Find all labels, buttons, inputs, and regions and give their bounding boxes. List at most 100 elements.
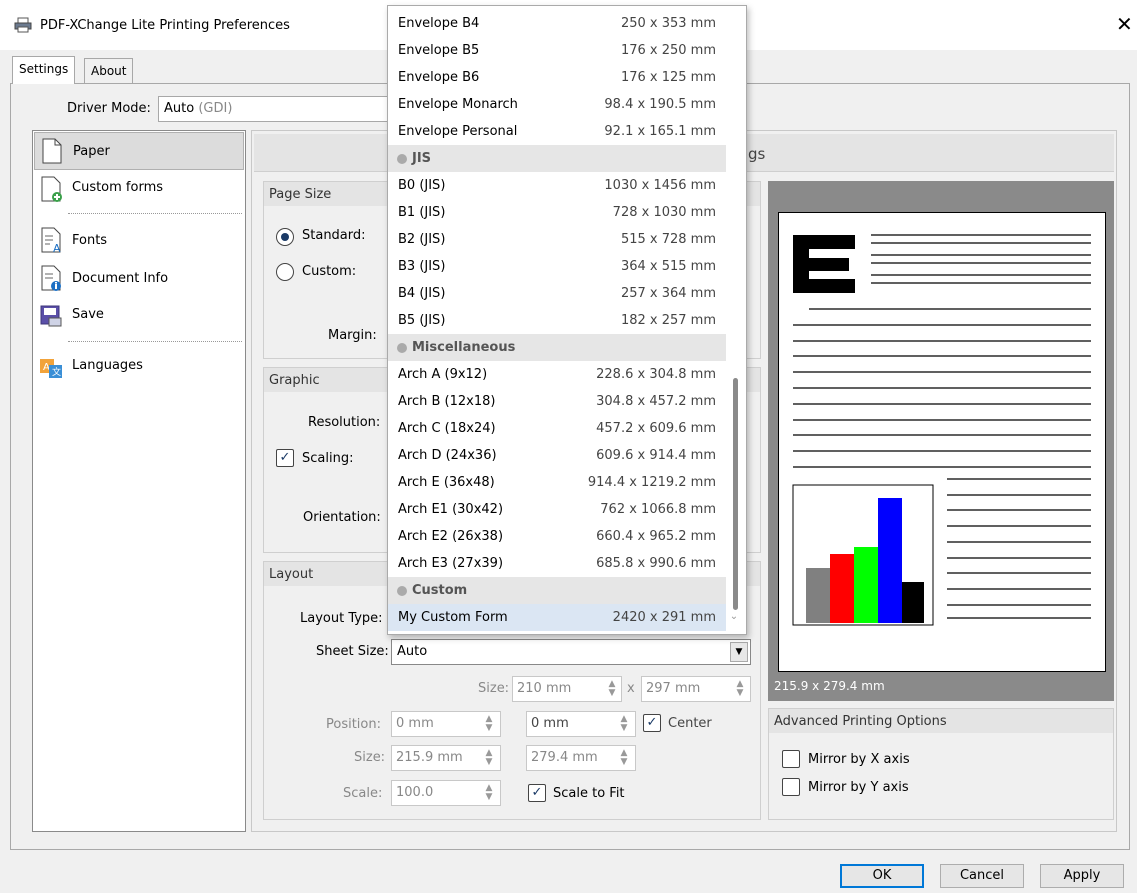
spinner-icon[interactable]: ▲ ▼ <box>484 784 494 802</box>
document-info-icon <box>41 265 61 291</box>
sidebar-item-fonts[interactable]: A Fonts <box>34 222 244 260</box>
tab-about[interactable]: About <box>84 58 134 84</box>
option-name: Arch C (18x24) <box>398 421 496 436</box>
standard-label: Standard: <box>302 228 366 243</box>
orientation-label: Orientation: <box>303 510 381 525</box>
dropdown-option[interactable]: Arch C (18x24) 457.2 x 609.6 mm <box>388 415 726 442</box>
scale-label: Scale: <box>343 786 383 801</box>
size-x-label: x <box>627 681 635 696</box>
size-width-value: 210 mm <box>517 681 572 696</box>
sidebar-item-save[interactable]: Save <box>34 298 244 336</box>
scaling-label: Scaling: <box>302 451 354 466</box>
dropdown-option[interactable]: Envelope Personal 92.1 x 165.1 mm <box>388 118 726 145</box>
option-name: Envelope B6 <box>398 70 480 85</box>
tab-settings[interactable]: Settings <box>12 56 76 84</box>
dropdown-option[interactable]: Arch B (12x18) 304.8 x 457.2 mm <box>388 388 726 415</box>
languages-icon: A文 <box>40 359 62 378</box>
size-label: Size: <box>478 681 510 696</box>
dropdown-option[interactable]: Arch A (9x12) 228.6 x 304.8 mm <box>388 361 726 388</box>
option-name: Custom <box>412 583 468 598</box>
dropdown-option[interactable]: B0 (JIS) 1030 x 1456 mm <box>388 172 726 199</box>
option-name: Arch E3 (27x39) <box>398 556 504 571</box>
dropdown-option[interactable]: Arch E (36x48) 914.4 x 1219.2 mm <box>388 469 726 496</box>
dropdown-option[interactable]: Arch E2 (26x38) 660.4 x 965.2 mm <box>388 523 726 550</box>
layout-type-label: Layout Type: <box>300 611 383 626</box>
option-name: Arch E (36x48) <box>398 475 495 490</box>
chevron-down-icon[interactable]: ⌄ <box>729 612 739 622</box>
apply-button[interactable]: Apply <box>1040 864 1124 888</box>
option-dimensions: 762 x 1066.8 mm <box>600 502 716 517</box>
group-bullet-icon <box>397 343 407 353</box>
svg-text:文: 文 <box>52 366 61 378</box>
option-name: B1 (JIS) <box>398 205 446 220</box>
close-icon[interactable]: ✕ <box>1116 12 1133 36</box>
svg-text:A: A <box>43 362 50 373</box>
spinner-icon[interactable]: ▲ ▼ <box>484 715 494 733</box>
option-dimensions: 364 x 515 mm <box>620 259 716 274</box>
spinner-icon[interactable]: ▲ ▼ <box>619 749 629 767</box>
scrollbar-thumb[interactable] <box>733 378 738 610</box>
scale-to-fit-checkbox[interactable]: ✓ <box>528 784 546 802</box>
option-dimensions: 457.2 x 609.6 mm <box>596 421 716 436</box>
chevron-down-icon[interactable]: ▼ <box>730 642 748 662</box>
dropdown-option[interactable]: Envelope Monarch 98.4 x 190.5 mm <box>388 91 726 118</box>
dropdown-option[interactable]: B4 (JIS) 257 x 364 mm <box>388 280 726 307</box>
driver-mode-sub: (GDI) <box>198 101 233 116</box>
option-name: Arch E2 (26x38) <box>398 529 504 544</box>
sidebar-item-paper[interactable]: Paper <box>34 132 244 170</box>
dropdown-option[interactable]: B3 (JIS) 364 x 515 mm <box>388 253 726 280</box>
dropdown-option[interactable]: My Custom Form 2420 x 291 mm <box>388 604 726 631</box>
sidebar-separator <box>68 341 242 342</box>
sidebar-item-custom-forms[interactable]: Custom forms <box>34 171 244 209</box>
dropdown-option[interactable]: B5 (JIS) 182 x 257 mm <box>388 307 726 334</box>
center-checkbox[interactable]: ✓ <box>643 714 661 732</box>
option-name: Envelope B5 <box>398 43 480 58</box>
sheet-size-select[interactable]: Auto ▼ <box>391 639 751 665</box>
sidebar-item-label: Fonts <box>72 233 108 248</box>
group-bullet-icon <box>397 154 407 164</box>
custom-radio[interactable] <box>276 263 294 281</box>
save-icon <box>40 305 62 327</box>
option-dimensions: 250 x 353 mm <box>620 16 716 31</box>
option-name: My Custom Form <box>398 610 508 625</box>
spinner-icon[interactable]: ▲ ▼ <box>735 680 745 698</box>
spinner-icon[interactable]: ▲ ▼ <box>484 749 494 767</box>
preview-drawing <box>792 234 1091 626</box>
dropdown-option[interactable]: Envelope B4 250 x 353 mm <box>388 10 726 37</box>
svg-text:A: A <box>53 242 61 254</box>
sidebar-item-languages[interactable]: A文 Languages <box>34 349 244 387</box>
driver-mode-select[interactable]: Auto (GDI) <box>158 96 418 122</box>
dropdown-option[interactable]: Envelope B6 176 x 125 mm <box>388 64 726 91</box>
dropdown-option[interactable]: Envelope B5 176 x 250 mm <box>388 37 726 64</box>
advanced-title: Advanced Printing Options <box>769 709 1113 733</box>
option-dimensions: 98.4 x 190.5 mm <box>604 97 716 112</box>
dropdown-option[interactable]: B1 (JIS) 728 x 1030 mm <box>388 199 726 226</box>
dropdown-option[interactable]: Arch E3 (27x39) 685.8 x 990.6 mm <box>388 550 726 577</box>
paper-size-dropdown[interactable]: Envelope B4 250 x 353 mm Envelope B5 176 x … <box>387 5 747 635</box>
preview-dimensions: 215.9 x 279.4 mm <box>774 679 885 693</box>
scaling-checkbox[interactable]: ✓ <box>276 449 294 467</box>
option-name: Envelope Monarch <box>398 97 518 112</box>
dropdown-option[interactable]: Arch D (24x36) 609.6 x 914.4 mm <box>388 442 726 469</box>
dropdown-group-header: Miscellaneous <box>388 334 726 361</box>
mirror-y-checkbox[interactable] <box>782 778 800 796</box>
dropdown-option[interactable]: Arch E1 (30x42) 762 x 1066.8 mm <box>388 496 726 523</box>
size2-width-value: 215.9 mm <box>396 750 463 765</box>
option-dimensions: 515 x 728 mm <box>620 232 716 247</box>
preview-paper <box>778 212 1106 672</box>
cancel-button[interactable]: Cancel <box>940 864 1024 888</box>
spinner-icon[interactable]: ▲ ▼ <box>619 715 629 733</box>
sidebar-separator <box>68 213 242 214</box>
sidebar-item-label: Save <box>72 307 104 322</box>
spinner-icon[interactable]: ▲ ▼ <box>607 680 617 698</box>
standard-radio[interactable] <box>276 228 294 246</box>
mirror-x-checkbox[interactable] <box>782 750 800 768</box>
custom-label: Custom: <box>302 264 357 279</box>
size-width-field[interactable]: 210 mm <box>512 676 622 702</box>
ok-button[interactable]: OK <box>840 864 924 888</box>
dropdown-option[interactable]: B2 (JIS) 515 x 728 mm <box>388 226 726 253</box>
option-name: Arch E1 (30x42) <box>398 502 504 517</box>
option-dimensions: 685.8 x 990.6 mm <box>596 556 716 571</box>
dropdown-group-header: Custom <box>388 577 726 604</box>
sidebar-item-document-info[interactable]: Document Info <box>34 260 244 298</box>
